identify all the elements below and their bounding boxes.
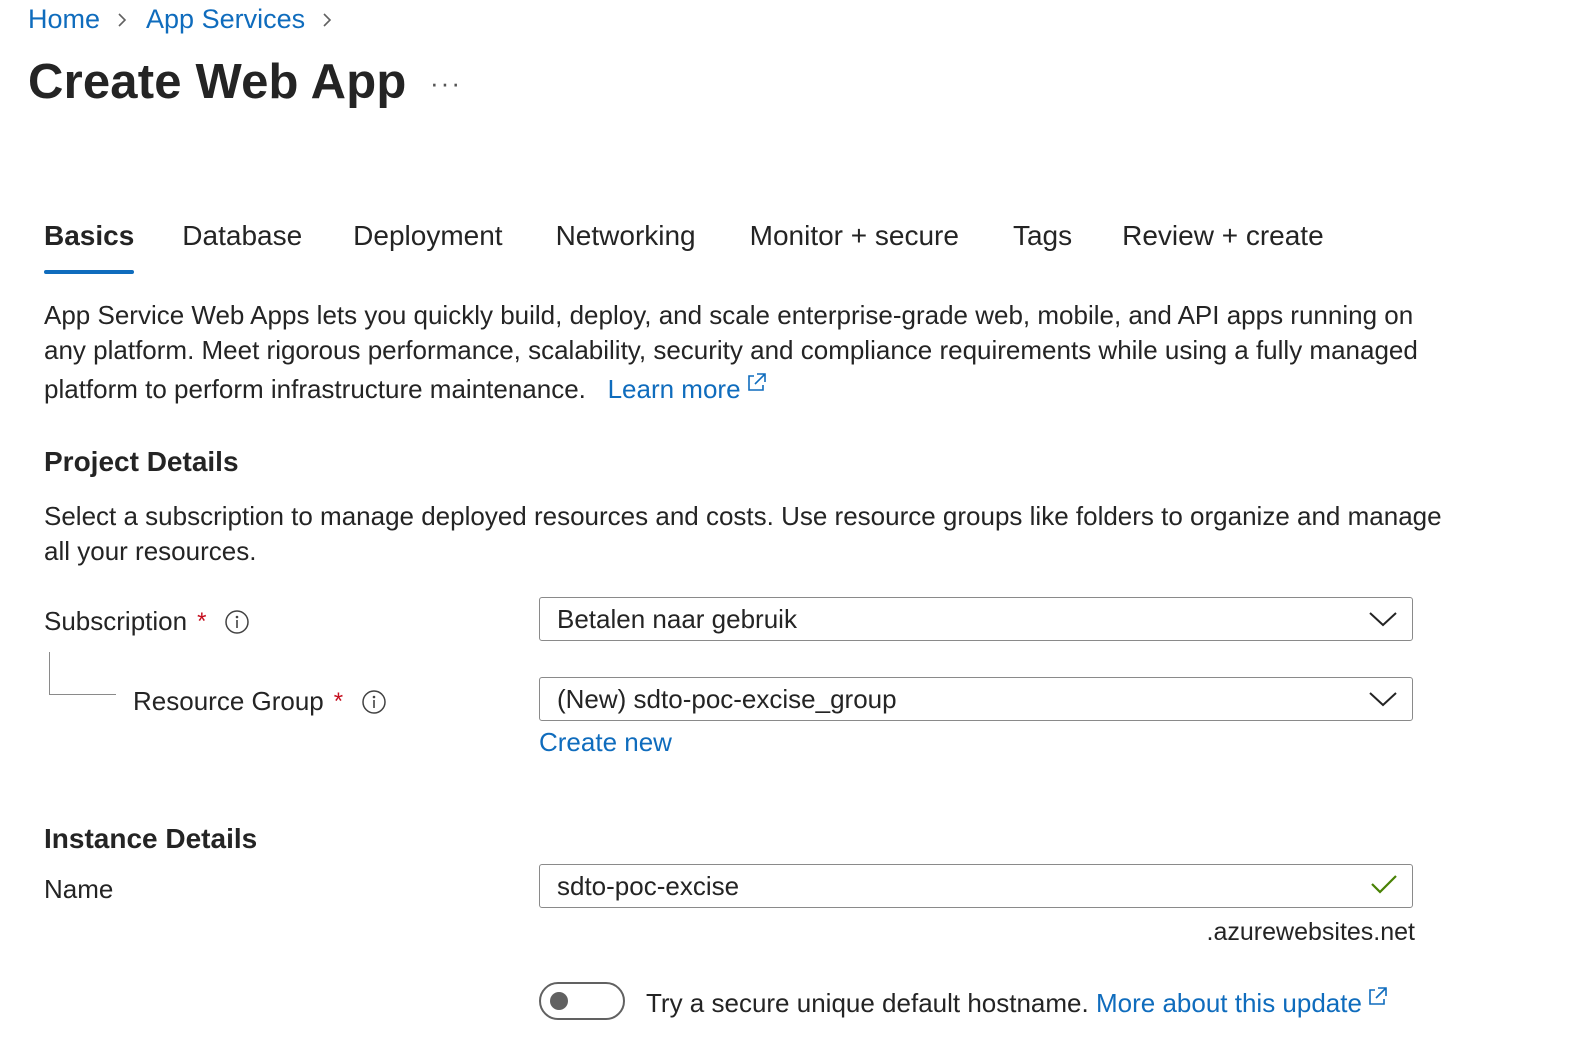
required-indicator: * <box>333 687 344 715</box>
tree-connector <box>49 652 116 695</box>
toggle-knob <box>550 992 568 1010</box>
chevron-down-icon <box>1368 684 1398 715</box>
resource-group-value: (New) sdto-poc-excise_group <box>557 683 897 714</box>
tab-database[interactable]: Database <box>182 220 302 274</box>
project-details-heading: Project Details <box>44 446 239 477</box>
info-icon[interactable] <box>224 609 250 635</box>
name-label: Name <box>44 874 114 904</box>
intro-description: App Service Web Apps lets you quickly bu… <box>44 298 1434 407</box>
create-new-resource-group-link[interactable]: Create new <box>539 727 672 758</box>
learn-more-link[interactable]: Learn more <box>608 373 767 404</box>
checkmark-icon <box>1370 871 1398 902</box>
secure-hostname-toggle[interactable] <box>539 982 625 1020</box>
tab-networking[interactable]: Networking <box>556 220 696 274</box>
subscription-dropdown[interactable]: Betalen naar gebruik <box>539 597 1413 641</box>
external-link-icon <box>1366 984 1388 1006</box>
subscription-label: Subscription * <box>44 606 250 637</box>
chevron-right-icon <box>321 13 333 27</box>
more-about-update-link[interactable]: More about this update <box>1096 987 1388 1018</box>
page-title: Create Web App <box>28 55 407 109</box>
subscription-value: Betalen naar gebruik <box>557 603 797 634</box>
resource-group-dropdown[interactable]: (New) sdto-poc-excise_group <box>539 677 1413 721</box>
tab-list: Basics Database Deployment Networking Mo… <box>44 220 1324 274</box>
tab-review-create[interactable]: Review + create <box>1122 220 1324 274</box>
external-link-icon <box>745 368 767 391</box>
required-indicator: * <box>197 607 207 635</box>
breadcrumb: Home App Services <box>28 2 351 36</box>
tab-monitor-secure[interactable]: Monitor + secure <box>750 220 959 274</box>
secure-hostname-label: Try a secure unique default hostname. Mo… <box>646 984 1388 1019</box>
domain-suffix: .azurewebsites.net <box>1206 918 1415 946</box>
more-options-button[interactable]: ··· <box>430 68 462 99</box>
tab-basics[interactable]: Basics <box>44 220 135 274</box>
project-details-description: Select a subscription to manage deployed… <box>44 501 1442 566</box>
name-input[interactable]: sdto-poc-excise <box>539 864 1413 908</box>
info-icon[interactable] <box>361 689 387 715</box>
instance-details-heading: Instance Details <box>44 823 258 854</box>
resource-group-label: Resource Group * <box>133 686 387 717</box>
chevron-down-icon <box>1368 604 1398 635</box>
name-input-value: sdto-poc-excise <box>557 870 740 901</box>
tab-tags[interactable]: Tags <box>1013 220 1072 274</box>
chevron-right-icon <box>116 13 128 27</box>
tab-deployment[interactable]: Deployment <box>353 220 502 274</box>
breadcrumb-app-services-link[interactable]: App Services <box>146 4 305 35</box>
breadcrumb-home-link[interactable]: Home <box>28 4 100 35</box>
